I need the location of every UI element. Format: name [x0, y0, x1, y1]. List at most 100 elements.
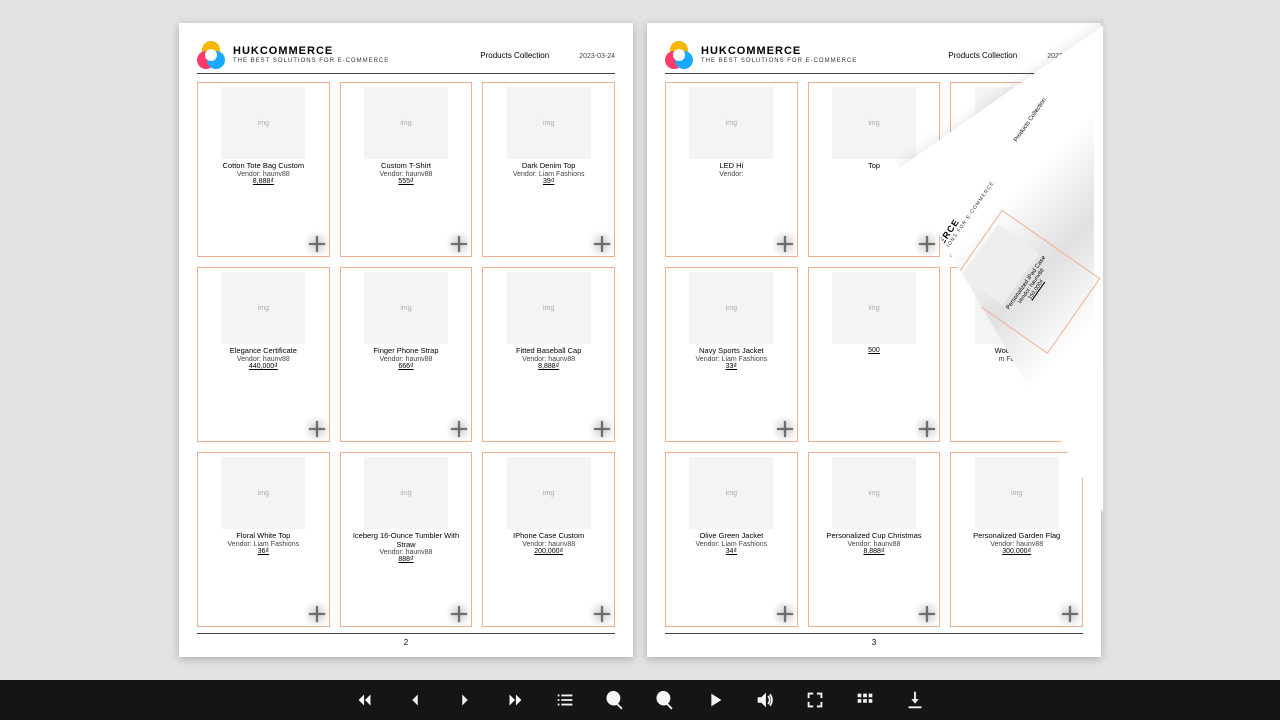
add-icon[interactable] — [303, 230, 331, 258]
product-title: Iceberg 16-Ounce Tumbler With Straw — [345, 532, 468, 549]
product-image: img — [689, 87, 773, 159]
product-vendor: Vendor: Liam Fashions — [696, 541, 768, 548]
product-image: img — [507, 87, 591, 159]
zoom-out-button[interactable] — [653, 688, 677, 712]
flipbook-page-left[interactable]: HUKCOMMERCE THE BEST SOLUTIONS FOR E-COM… — [179, 23, 633, 657]
product-card[interactable]: img Fitted Baseball Cap Vendor: haunv88 … — [482, 267, 615, 442]
toc-button[interactable] — [553, 688, 577, 712]
product-price: 500 — [868, 347, 880, 354]
add-icon[interactable] — [445, 600, 473, 628]
product-title: Navy Sports Jacket — [699, 347, 764, 356]
next-page-button[interactable] — [453, 688, 477, 712]
product-title: Custom T-Shirt — [381, 162, 431, 171]
product-price: 200,000₫ — [534, 548, 563, 555]
product-vendor: Vendor: haunv88 — [380, 356, 433, 363]
product-vendor: Vendor: haunv88 — [237, 171, 290, 178]
product-card[interactable]: img Finger Phone Strap Vendor: haunv88 6… — [340, 267, 473, 442]
product-vendor: Vendor: Liam Fashions — [696, 356, 768, 363]
download-button[interactable] — [903, 688, 927, 712]
product-vendor: Vendor: Liam Fashions — [513, 171, 585, 178]
product-card[interactable]: img Cotton Tote Bag Custom Vendor: haunv… — [197, 82, 330, 257]
add-icon[interactable] — [1056, 230, 1084, 258]
product-card[interactable]: img Wool Jumper m Fashions — [950, 267, 1083, 442]
prev-page-button[interactable] — [403, 688, 427, 712]
product-title: Cotton Tote Bag Custom — [223, 162, 305, 171]
product-image: img — [975, 272, 1059, 344]
product-card[interactable]: img Dark Denim Top Vendor: Liam Fashions… — [482, 82, 615, 257]
last-page-button[interactable] — [503, 688, 527, 712]
play-button[interactable] — [703, 688, 727, 712]
thumbnails-button[interactable] — [853, 688, 877, 712]
product-image: img — [507, 457, 591, 529]
product-image: img — [507, 272, 591, 344]
brand-title: HUKCOMMERCE — [233, 45, 389, 58]
product-price: 8,888₫ — [253, 178, 274, 185]
add-icon[interactable] — [303, 600, 331, 628]
product-card[interactable]: img Olive Green Jacket Vendor: Liam Fash… — [665, 452, 798, 627]
product-vendor: Vendor: Liam Fashions — [228, 541, 300, 548]
add-icon[interactable] — [771, 600, 799, 628]
add-icon[interactable] — [913, 600, 941, 628]
product-card[interactable]: img Navy Sports Jacket Vendor: Liam Fash… — [665, 267, 798, 442]
product-title: Personalized Garden Flag — [973, 532, 1060, 541]
product-image: img — [221, 272, 305, 344]
brand: HUKCOMMERCE THE BEST SOLUTIONS FOR E-COM… — [665, 41, 857, 69]
product-grid: img Cotton Tote Bag Custom Vendor: haunv… — [197, 82, 615, 627]
add-icon[interactable] — [1056, 600, 1084, 628]
product-card[interactable]: img Elegance Certificate Vendor: haunv88… — [197, 267, 330, 442]
product-price: 36₫ — [258, 548, 269, 555]
add-icon[interactable] — [588, 415, 616, 443]
add-icon[interactable] — [771, 415, 799, 443]
product-image: img — [689, 457, 773, 529]
sound-button[interactable] — [753, 688, 777, 712]
add-icon[interactable] — [771, 230, 799, 258]
product-card[interactable]: img IPhone Case Custom Vendor: haunv88 2… — [482, 452, 615, 627]
product-card[interactable]: img LED Hi Vendor: — [665, 82, 798, 257]
product-card[interactable]: img Personalized Cup Christmas Vendor: h… — [808, 452, 941, 627]
add-icon[interactable] — [913, 230, 941, 258]
flipbook-stage: HUKCOMMERCE THE BEST SOLUTIONS FOR E-COM… — [0, 0, 1280, 680]
header-divider — [665, 73, 1083, 74]
product-card[interactable]: img T-Shirt Product Base Vendor: haunv88… — [950, 82, 1083, 257]
product-card[interactable]: img Iceberg 16-Ounce Tumbler With Straw … — [340, 452, 473, 627]
zoom-in-button[interactable] — [603, 688, 627, 712]
first-page-button[interactable] — [353, 688, 377, 712]
flipbook-page-right[interactable]: HUKCOMMERCE THE BEST SOLUTIONS FOR E-COM… — [647, 23, 1101, 657]
product-price: 8,888₫ — [863, 548, 884, 555]
product-image: img — [364, 87, 448, 159]
product-vendor: Vendor: haunv88 — [522, 356, 575, 363]
product-price: 300,000₫ — [1002, 548, 1031, 555]
product-image: img — [364, 272, 448, 344]
product-title: Personalized Cup Christmas — [826, 532, 921, 541]
product-title: LED Hi — [719, 162, 743, 171]
product-title: Fitted Baseball Cap — [516, 347, 581, 356]
add-icon[interactable] — [588, 600, 616, 628]
product-card[interactable]: img 500 — [808, 267, 941, 442]
product-vendor: Vendor: haunv88 — [990, 171, 1043, 178]
add-icon[interactable] — [913, 415, 941, 443]
product-card[interactable]: img Personalized Garden Flag Vendor: hau… — [950, 452, 1083, 627]
product-card[interactable]: img Top — [808, 82, 941, 257]
product-image: img — [975, 457, 1059, 529]
brand-logo-icon — [665, 41, 693, 69]
product-image: img — [221, 87, 305, 159]
page-number: 3 — [665, 636, 1083, 647]
add-icon[interactable] — [1056, 415, 1084, 443]
product-price: 888₫ — [398, 556, 413, 563]
add-icon[interactable] — [588, 230, 616, 258]
add-icon[interactable] — [445, 230, 473, 258]
brand-subtitle: THE BEST SOLUTIONS FOR E-COMMERCE — [233, 58, 389, 65]
product-price: 666₫ — [398, 363, 413, 370]
product-price: 39₫ — [543, 178, 554, 185]
fullscreen-button[interactable] — [803, 688, 827, 712]
product-title: Floral White Top — [236, 532, 290, 541]
product-card[interactable]: img Floral White Top Vendor: Liam Fashio… — [197, 452, 330, 627]
add-icon[interactable] — [445, 415, 473, 443]
brand-logo-icon — [197, 41, 225, 69]
header-divider — [197, 73, 615, 74]
product-image: img — [364, 457, 448, 529]
product-card[interactable]: img Custom T-Shirt Vendor: haunv88 555₫ — [340, 82, 473, 257]
product-title: Wool Jumper — [995, 347, 1039, 356]
add-icon[interactable] — [303, 415, 331, 443]
page-number: 2 — [197, 636, 615, 647]
